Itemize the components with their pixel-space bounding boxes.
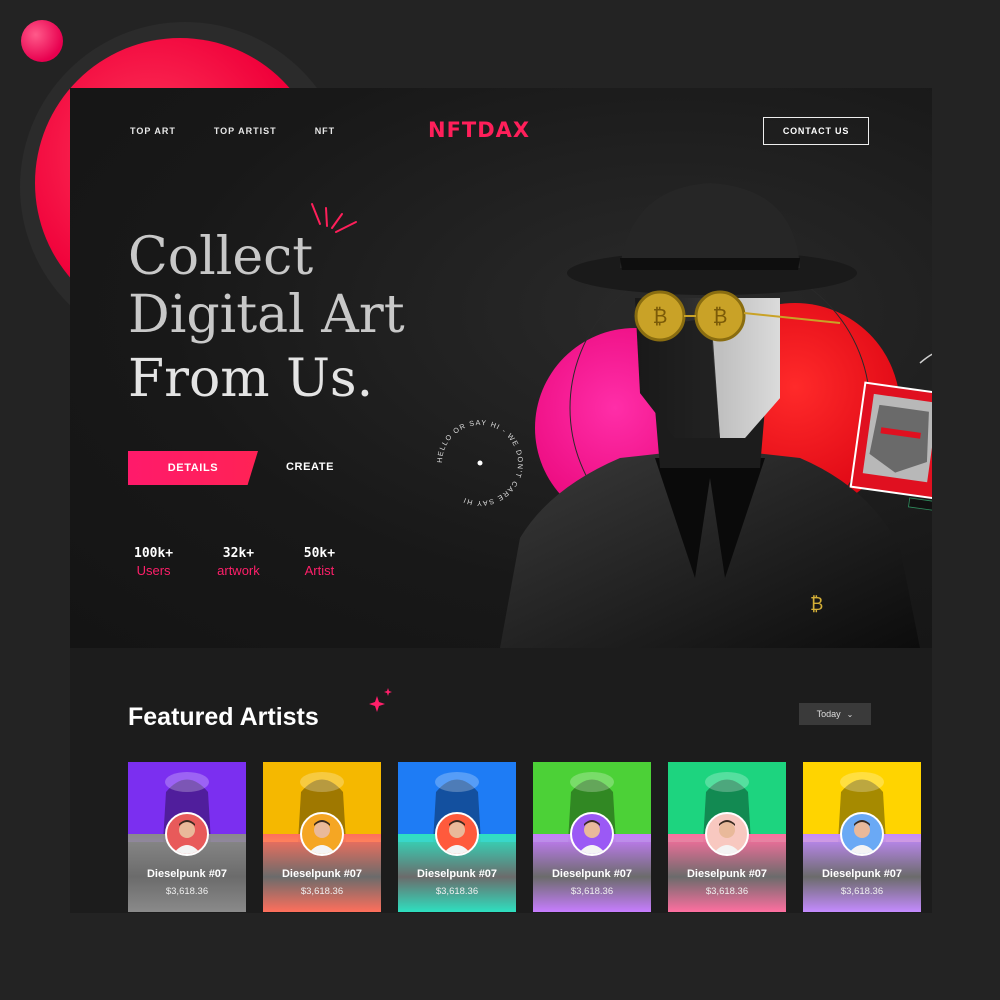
stat-users-label: Users — [136, 563, 171, 578]
artist-card[interactable]: Dieselpunk #07 $3,618.36 — [533, 762, 651, 912]
featured-artists-section: Featured Artists Today ⌄ Dieselpunk #07 $… — [70, 648, 932, 913]
today-filter-dropdown[interactable]: Today ⌄ — [799, 703, 871, 725]
artist-card-price: $3,618.36 — [570, 886, 614, 897]
decorative-pink-dot — [21, 20, 63, 62]
artist-card-name: Dieselpunk #07 — [146, 868, 228, 880]
artist-card-name: Dieselpunk #07 — [821, 868, 903, 880]
featured-artists-title: Featured Artists — [128, 703, 319, 731]
artist-card-name: Dieselpunk #07 — [686, 868, 768, 880]
artist-card-name: Dieselpunk #07 — [416, 868, 498, 880]
stat-artwork-label: artwork — [217, 563, 260, 578]
stat-users-value: 100k+ — [134, 546, 174, 561]
artist-card[interactable]: Dieselpunk #07 $3,618.36 — [398, 762, 516, 912]
artist-card[interactable]: Dieselpunk #07 $3,618.36 — [668, 762, 786, 912]
artist-card[interactable]: Dieselpunk #07 $3,618.36 — [803, 762, 921, 912]
chevron-down-icon: ⌄ — [846, 709, 854, 719]
stat-artwork-value: 32k+ — [222, 546, 255, 561]
artist-card-name: Dieselpunk #07 — [551, 868, 633, 880]
nav-top-art[interactable]: TOP ART — [130, 126, 176, 136]
brand-logo[interactable]: NFTDAX — [428, 118, 530, 142]
svg-text:₿: ₿ — [653, 304, 668, 328]
nav-nft[interactable]: NFT — [315, 126, 336, 136]
artist-card-price: $3,618.36 — [705, 886, 749, 897]
today-filter-label: Today — [816, 709, 841, 719]
artist-avatar — [705, 812, 749, 856]
headline-line-2: Digital Art — [128, 285, 405, 345]
stat-artist-label: Artist — [304, 563, 335, 578]
top-nav: TOP ART TOP ARTIST NFT — [130, 126, 335, 136]
stat-artwork: 32k+ artwork — [217, 546, 260, 578]
nav-top-artist[interactable]: TOP ARTIST — [214, 126, 277, 136]
artist-card[interactable]: Dieselpunk #07 $3,618.36 — [128, 762, 246, 912]
stats-row: 100k+ Users 32k+ artwork 50k+ Artist — [134, 546, 335, 578]
artist-avatar — [165, 812, 209, 856]
artist-avatar — [435, 812, 479, 856]
artist-cards: Dieselpunk #07 $3,618.36 Dieselpunk #07 $3,… — [128, 762, 921, 912]
hat-crown — [620, 183, 800, 268]
sparkle-icon — [369, 688, 392, 712]
artist-avatar — [570, 812, 614, 856]
headline-line-1: Collect — [128, 227, 314, 287]
create-button[interactable]: CREATE — [286, 461, 334, 473]
landing-page-frame: TOP ART TOP ARTIST NFT NFTDAX CONTACT US… — [70, 88, 932, 913]
artist-card-price: $3,618.36 — [435, 886, 479, 897]
stat-artist-value: 50k+ — [303, 546, 336, 561]
stat-artist: 50k+ Artist — [304, 546, 335, 578]
artist-card-name: Dieselpunk #07 — [281, 868, 363, 880]
details-button[interactable]: DETAILS — [128, 451, 258, 485]
artist-card-price: $3,618.36 — [165, 886, 209, 897]
hero-illustration: ₿ ₿ ₿ — [500, 183, 932, 648]
artist-card-price: $3,618.36 — [300, 886, 344, 897]
stat-users: 100k+ Users — [134, 546, 173, 578]
hero-headline: Collect Digital Art From Us. — [128, 228, 405, 408]
contact-us-button[interactable]: CONTACT US — [763, 117, 869, 145]
hero-section: TOP ART TOP ARTIST NFT NFTDAX CONTACT US… — [70, 88, 932, 648]
artist-card[interactable]: Dieselpunk #07 $3,618.36 — [263, 762, 381, 912]
artist-avatar — [300, 812, 344, 856]
svg-text:₿: ₿ — [713, 304, 728, 328]
headline-line-3: From Us. — [128, 349, 374, 409]
artist-card-price: $3,618.36 — [840, 886, 884, 897]
svg-text:₿: ₿ — [810, 594, 823, 615]
artist-avatar — [840, 812, 884, 856]
